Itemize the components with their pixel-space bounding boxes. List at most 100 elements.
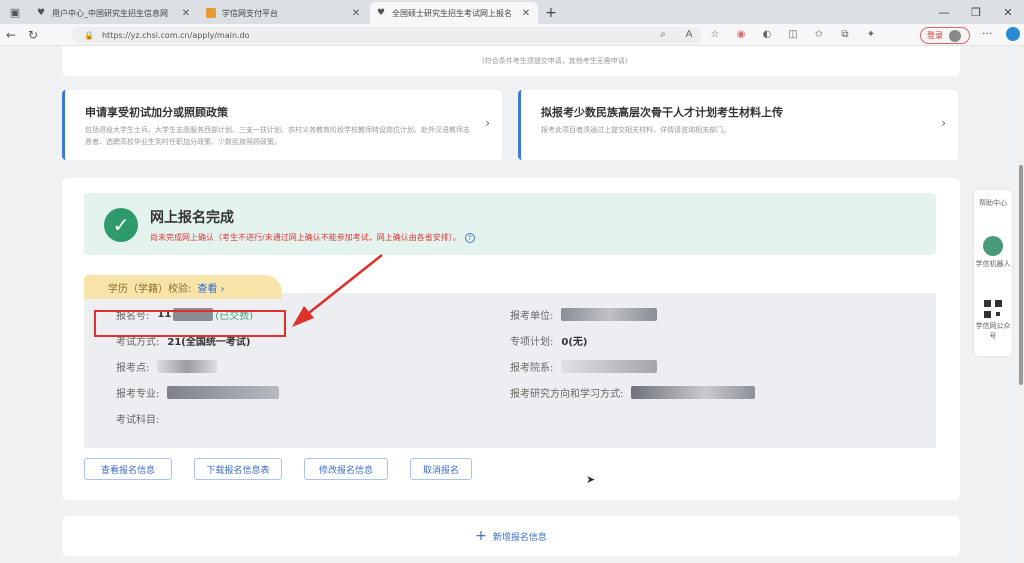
redacted-block bbox=[561, 308, 658, 321]
close-window-icon[interactable]: ✕ bbox=[992, 0, 1024, 24]
tab-apply[interactable]: ♥ 全国硕士研究生招生考试网上报名 ✕ bbox=[370, 2, 538, 24]
redacted-block bbox=[561, 360, 658, 373]
page-content: (符合条件考生须提交申请，其他考生无需申请) 申请享受初试加分或照顾政策 包括退… bbox=[0, 46, 1024, 563]
browser-tab-bar: ▣ ♥ 用户中心_中国研究生招生信息网 ✕ 学信网支付平台 ✕ ♥ 全国硕士研究… bbox=[0, 0, 1024, 24]
restore-icon[interactable]: ❐ bbox=[960, 0, 992, 24]
tab-actions-icon[interactable]: ▣ bbox=[0, 0, 30, 24]
special-plan-label: 专项计划: bbox=[510, 337, 554, 348]
tab-close-icon[interactable]: ✕ bbox=[350, 8, 362, 19]
avatar bbox=[949, 29, 961, 42]
modify-registration-button[interactable]: 修改报名信息 bbox=[304, 458, 388, 480]
status-title: 网上报名完成 bbox=[150, 210, 234, 226]
policy-title: 申请享受初试加分或照顾政策 bbox=[85, 106, 228, 119]
login-button[interactable]: 登录 bbox=[920, 27, 970, 44]
payment-favicon-icon bbox=[206, 8, 216, 18]
check-icon: ✓ bbox=[104, 208, 138, 242]
help-center-button[interactable]: 帮助中心 bbox=[974, 198, 1012, 208]
annotation-highlight-box bbox=[94, 310, 286, 337]
tab-close-icon[interactable]: ✕ bbox=[180, 8, 192, 19]
new-tab-button[interactable]: + bbox=[540, 2, 562, 24]
subjects-field: 考试科目: bbox=[116, 411, 159, 426]
help-center-label: 帮助中心 bbox=[979, 199, 1007, 207]
dept-field: 报考院系: bbox=[510, 359, 658, 374]
download-form-button[interactable]: 下载报名信息表 bbox=[194, 458, 282, 480]
chsi-favicon-icon: ♥ bbox=[36, 8, 46, 18]
xueli-check-tag: 学历（学籍）校验: 查看 › bbox=[84, 275, 282, 299]
dept-label: 报考院系: bbox=[510, 363, 554, 374]
warning-text: 尚未完成网上确认（考生不进行/未通过网上确认不能参加考试，网上确认由各省安排）。 bbox=[150, 233, 461, 242]
extension-icon[interactable]: ◉ bbox=[728, 27, 754, 43]
robot-icon bbox=[983, 236, 1003, 256]
extensions-puzzle-icon[interactable]: ✦ bbox=[858, 27, 884, 43]
address-bar: ← ↻ 🔒 https://yz.chsi.com.cn/apply/main.… bbox=[0, 24, 1024, 46]
tab-payment[interactable]: 学信网支付平台 ✕ bbox=[200, 2, 368, 24]
read-aloud-icon[interactable]: A bbox=[676, 27, 702, 43]
minimize-icon[interactable]: — bbox=[928, 0, 960, 24]
favorite-star-icon[interactable]: ☆ bbox=[702, 27, 728, 43]
scrollbar-thumb[interactable] bbox=[1019, 165, 1023, 385]
wechat-account-button[interactable]: 学信网公众号 bbox=[974, 300, 1012, 341]
view-registration-button[interactable]: 查看报名信息 bbox=[84, 458, 172, 480]
direction-label: 报考研究方向和学习方式: bbox=[510, 389, 624, 400]
extension2-icon[interactable]: ◐ bbox=[754, 27, 780, 43]
policy-desc: 包括退役大学生士兵、大学生志愿服务西部计划、三支一扶计划、农村义务教育阶段学校教… bbox=[85, 126, 470, 146]
major-label: 报考专业: bbox=[116, 389, 160, 400]
wechat-label: 学信网公众号 bbox=[975, 322, 1011, 340]
redacted-block bbox=[157, 360, 218, 373]
policy-title: 拟报考少数民族高层次骨干人才计划考生材料上传 bbox=[541, 106, 783, 119]
top-card: (符合条件考生须提交申请，其他考生无需申请) bbox=[62, 46, 960, 76]
refresh-icon[interactable]: ↻ bbox=[22, 28, 44, 42]
unit-field: 报考单位: bbox=[510, 307, 658, 322]
tab-title: 用户中心_中国研究生招生信息网 bbox=[52, 8, 168, 18]
cancel-registration-button[interactable]: 取消报名 bbox=[410, 458, 472, 480]
redacted-block bbox=[631, 386, 756, 399]
copilot-icon[interactable] bbox=[1006, 27, 1020, 41]
policy-card-minority[interactable]: 拟报考少数民族高层次骨干人才计划考生材料上传 报考此项目者须通过上提交相关材料，… bbox=[518, 90, 958, 160]
unit-label: 报考单位: bbox=[510, 311, 554, 322]
add-registration-label: 新增报名信息 bbox=[492, 532, 547, 543]
subjects-label: 考试科目: bbox=[116, 415, 160, 426]
side-floating-panel: 帮助中心 学信机器人 学信网公众号 bbox=[974, 190, 1012, 356]
robot-button[interactable]: 学信机器人 bbox=[974, 236, 1012, 269]
status-banner: ✓ 网上报名完成 尚未完成网上确认（考生不进行/未通过网上确认不能参加考试，网上… bbox=[84, 193, 936, 255]
login-label: 登录 bbox=[927, 31, 943, 40]
window-controls: — ❐ ✕ bbox=[928, 0, 1024, 24]
more-options-icon[interactable]: ··· bbox=[982, 27, 993, 40]
special-plan-value: 0(无) bbox=[561, 337, 588, 348]
redacted-block bbox=[167, 386, 280, 399]
help-icon[interactable]: ? bbox=[464, 233, 475, 243]
chsi-favicon-icon: ♥ bbox=[376, 8, 386, 18]
top-note: (符合条件考生须提交申请，其他考生无需申请) bbox=[482, 57, 628, 65]
special-plan-field: 专项计划: 0(无) bbox=[510, 333, 587, 348]
zoom-icon[interactable]: ⌕ bbox=[650, 27, 676, 43]
back-icon[interactable]: ← bbox=[0, 28, 22, 42]
chevron-right-icon: › bbox=[941, 116, 946, 130]
tab-title: 学信网支付平台 bbox=[222, 8, 278, 18]
tab-title: 全国硕士研究生招生考试网上报名 bbox=[392, 8, 512, 18]
robot-label: 学信机器人 bbox=[975, 260, 1011, 268]
xueli-view-link[interactable]: 查看 › bbox=[197, 284, 224, 295]
policy-card-bonus[interactable]: 申请享受初试加分或照顾政策 包括退役大学生士兵、大学生志愿服务西部计划、三支一扶… bbox=[62, 90, 502, 160]
url-field[interactable]: 🔒 https://yz.chsi.com.cn/apply/main.do bbox=[72, 27, 702, 43]
direction-field: 报考研究方向和学习方式: bbox=[510, 385, 756, 400]
plus-icon: + bbox=[475, 528, 487, 544]
registration-card: ✓ 网上报名完成 尚未完成网上确认（考生不进行/未通过网上确认不能参加考试，网上… bbox=[62, 178, 960, 500]
toolbar-icons: ⌕ A ☆ ◉ ◐ ◫ ✩ ⧉ ✦ bbox=[650, 27, 884, 43]
tab-user-center[interactable]: ♥ 用户中心_中国研究生招生信息网 ✕ bbox=[30, 2, 198, 24]
add-registration-button[interactable]: + 新增报名信息 bbox=[62, 516, 960, 556]
mouse-cursor-icon: ➤ bbox=[586, 473, 596, 486]
chevron-right-icon: › bbox=[485, 116, 490, 130]
lock-icon: 🔒 bbox=[84, 30, 94, 40]
major-field: 报考专业: bbox=[116, 385, 280, 400]
favorites-icon[interactable]: ✩ bbox=[806, 27, 832, 43]
qr-code-icon bbox=[984, 300, 1002, 318]
xueli-link-text: 查看 bbox=[197, 284, 218, 295]
url-text: https://yz.chsi.com.cn/apply/main.do bbox=[101, 30, 250, 40]
collections-icon[interactable]: ⧉ bbox=[832, 27, 858, 43]
action-buttons: 查看报名信息 下载报名信息表 修改报名信息 取消报名 bbox=[84, 458, 494, 480]
tab-close-icon[interactable]: ✕ bbox=[520, 8, 532, 19]
xueli-label: 学历（学籍）校验: bbox=[108, 284, 192, 295]
policy-desc: 报考此项目者须通过上提交相关材料，详情请咨询相关部门。 bbox=[541, 126, 730, 134]
status-warning: 尚未完成网上确认（考生不进行/未通过网上确认不能参加考试，网上确认由各省安排）。… bbox=[150, 232, 475, 243]
split-screen-icon[interactable]: ◫ bbox=[780, 27, 806, 43]
